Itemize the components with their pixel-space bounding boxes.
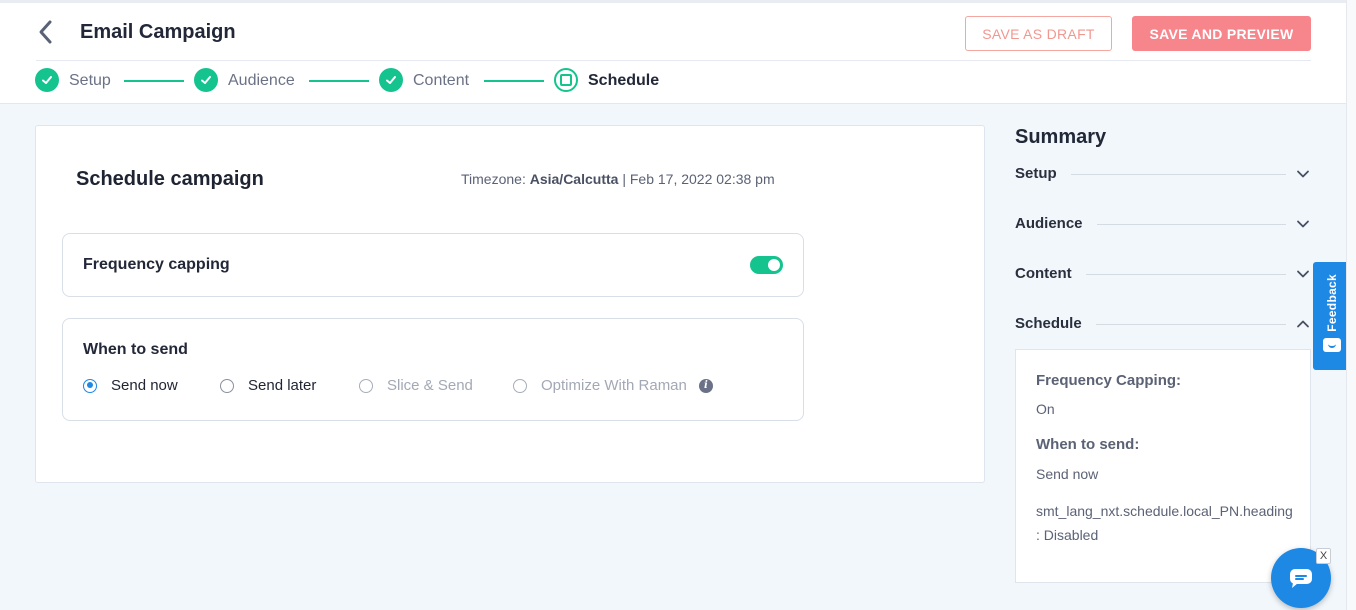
radio-label: Send later bbox=[248, 377, 317, 394]
summary-section-label: Content bbox=[1015, 265, 1086, 282]
timezone-value: Asia/Calcutta bbox=[529, 171, 619, 187]
radio-label: Optimize With Raman bbox=[541, 377, 687, 394]
radio-label: Slice & Send bbox=[387, 377, 473, 394]
page-title: Email Campaign bbox=[80, 21, 236, 43]
summary-section-label: Schedule bbox=[1015, 315, 1096, 332]
radio-dot[interactable] bbox=[220, 378, 234, 393]
timezone-prefix: Timezone: bbox=[461, 171, 526, 187]
top-bar: Email Campaign SAVE AS DRAFT SAVE AND PR… bbox=[0, 0, 1346, 104]
step-connector bbox=[124, 80, 184, 82]
step-setup-label[interactable]: Setup bbox=[69, 72, 111, 90]
radio-label: Send now bbox=[111, 377, 178, 394]
chat-close-button[interactable]: X bbox=[1316, 548, 1331, 564]
when-to-send-label: When to send bbox=[83, 341, 188, 358]
summary-frequency-heading: Frequency Capping: bbox=[1036, 372, 1182, 389]
feedback-label: Feedback bbox=[1324, 274, 1339, 332]
chevron-down-icon[interactable] bbox=[1296, 217, 1310, 231]
timezone-info: Timezone: Asia/Calcutta | Feb 17, 2022 0… bbox=[461, 171, 775, 187]
frequency-capping-toggle[interactable] bbox=[750, 256, 783, 274]
summary-section-content[interactable]: Content bbox=[1015, 265, 1312, 285]
when-to-send-box: When to send Send now Send later Slice &… bbox=[62, 318, 804, 421]
schedule-title: Schedule campaign bbox=[76, 168, 264, 190]
radio-send-later[interactable]: Send later bbox=[220, 377, 316, 394]
header-divider bbox=[36, 60, 1311, 61]
summary-when-value: Send now bbox=[1036, 466, 1099, 482]
step-connector bbox=[484, 80, 544, 82]
radio-dot[interactable] bbox=[513, 378, 527, 393]
schedule-summary-panel: Frequency Capping: On When to send: Send… bbox=[1015, 349, 1311, 583]
step-setup-check-icon[interactable] bbox=[35, 68, 59, 92]
summary-section-setup[interactable]: Setup bbox=[1015, 165, 1312, 185]
schedule-card: Schedule campaign Timezone: Asia/Calcutt… bbox=[35, 125, 985, 483]
chevron-down-icon[interactable] bbox=[1296, 167, 1310, 181]
smiley-icon bbox=[1322, 337, 1341, 352]
save-and-preview-button[interactable]: SAVE AND PREVIEW bbox=[1132, 16, 1311, 51]
summary-section-label: Audience bbox=[1015, 215, 1097, 232]
chevron-down-icon[interactable] bbox=[1296, 267, 1310, 281]
save-as-draft-button[interactable]: SAVE AS DRAFT bbox=[965, 16, 1112, 51]
step-connector bbox=[309, 80, 369, 82]
step-content-label[interactable]: Content bbox=[413, 72, 469, 90]
frequency-capping-box: Frequency capping bbox=[62, 233, 804, 297]
step-schedule-active-icon[interactable] bbox=[554, 68, 578, 92]
step-audience-label[interactable]: Audience bbox=[228, 72, 295, 90]
summary-section-schedule[interactable]: Schedule bbox=[1015, 315, 1312, 335]
chat-bubble-icon bbox=[1290, 569, 1312, 588]
summary-section-label: Setup bbox=[1015, 165, 1071, 182]
scrollbar[interactable] bbox=[1346, 0, 1356, 610]
back-arrow-icon[interactable] bbox=[36, 19, 58, 45]
chevron-up-icon[interactable] bbox=[1296, 317, 1310, 331]
radio-dot[interactable] bbox=[83, 378, 97, 393]
step-schedule-label[interactable]: Schedule bbox=[588, 72, 659, 90]
summary-section-audience[interactable]: Audience bbox=[1015, 215, 1312, 235]
current-datetime: | Feb 17, 2022 02:38 pm bbox=[622, 171, 775, 187]
summary-when-heading: When to send: bbox=[1036, 436, 1140, 453]
radio-optimize-with-raman[interactable]: Optimize With Raman i bbox=[513, 377, 713, 394]
radio-dot[interactable] bbox=[359, 378, 373, 393]
summary-local-pn-value: : Disabled bbox=[1036, 527, 1099, 543]
summary-title: Summary bbox=[1015, 126, 1107, 148]
info-icon[interactable]: i bbox=[698, 378, 713, 393]
summary-frequency-value: On bbox=[1036, 401, 1055, 417]
step-audience-check-icon[interactable] bbox=[194, 68, 218, 92]
step-content-check-icon[interactable] bbox=[379, 68, 403, 92]
radio-send-now[interactable]: Send now bbox=[83, 377, 178, 394]
radio-slice-and-send[interactable]: Slice & Send bbox=[359, 377, 473, 394]
feedback-tab[interactable]: Feedback bbox=[1313, 262, 1350, 370]
summary-local-pn-key: smt_lang_nxt.schedule.local_PN.heading bbox=[1036, 503, 1293, 519]
frequency-capping-label: Frequency capping bbox=[83, 256, 230, 273]
